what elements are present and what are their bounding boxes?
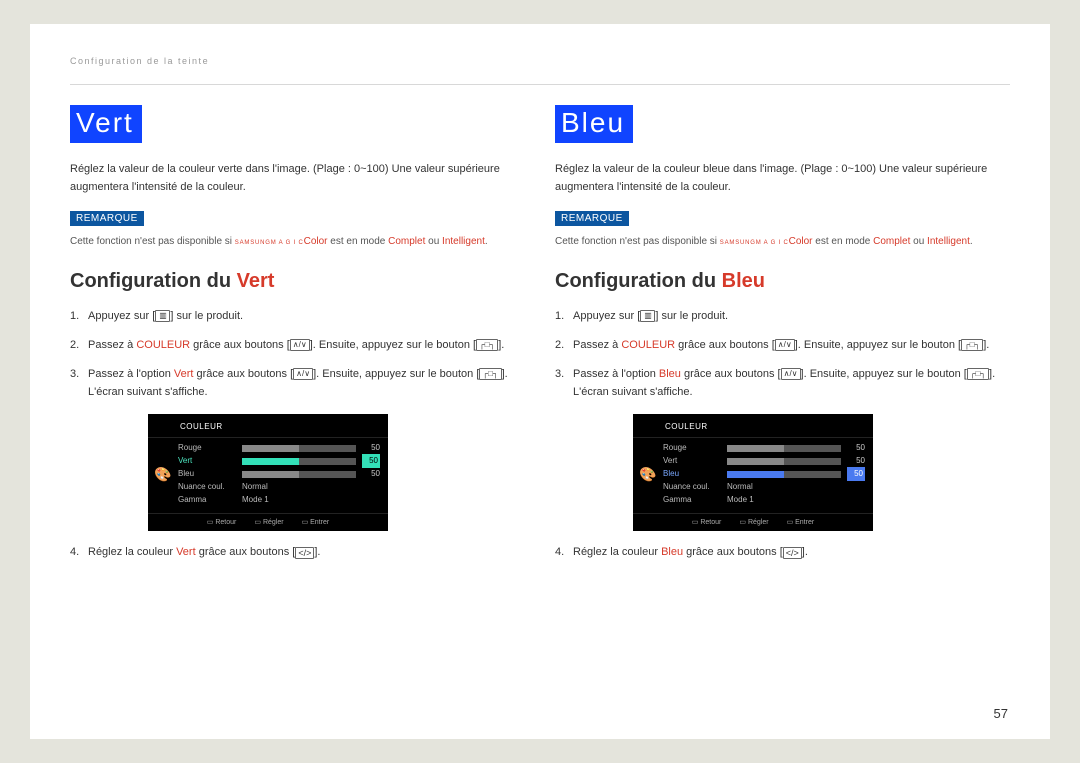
enter-icon: ┌□┐ xyxy=(961,339,983,351)
palette-icon: 🎨 xyxy=(633,438,663,513)
updown-icon: ∧/∨ xyxy=(290,339,310,351)
steps-bleu: Appuyez sur [▥] sur le produit. Passez à… xyxy=(555,307,1010,562)
note-text-vert: Cette fonction n'est pas disponible si S… xyxy=(70,234,525,250)
updown-icon: ∧/∨ xyxy=(781,368,801,380)
couleur-word: COULEUR xyxy=(136,339,190,351)
step-3: Passez à l'option Bleu grâce aux boutons… xyxy=(555,365,1010,532)
magic-logo: SAMSUNGM A G I CColor xyxy=(720,236,813,247)
mode-complet: Complet xyxy=(388,236,425,247)
page-number: 57 xyxy=(994,706,1008,721)
osd-screenshot-bleu: COULEUR 🎨 Rouge50 Vert50 Bleu50 Nuance c… xyxy=(633,414,873,531)
leftright-icon: </> xyxy=(295,547,314,559)
breadcrumb: Configuration de la teinte xyxy=(70,56,1010,66)
two-column-layout: Vert Réglez la valeur de la couleur vert… xyxy=(70,105,1010,572)
leftright-icon: </> xyxy=(783,547,802,559)
note-prefix: Cette fonction n'est pas disponible si xyxy=(70,236,235,247)
steps-vert: Appuyez sur [▥] sur le produit. Passez à… xyxy=(70,307,525,562)
osd-title: COULEUR xyxy=(148,418,388,438)
note-badge: REMARQUE xyxy=(555,211,629,226)
updown-icon: ∧/∨ xyxy=(293,368,313,380)
note-badge: REMARQUE xyxy=(70,211,144,226)
osd-footer: Retour Régler Entrer xyxy=(148,513,388,532)
magic-logo: SAMSUNGM A G I CColor xyxy=(235,236,328,247)
step-2: Passez à COULEUR grâce aux boutons [∧/∨]… xyxy=(555,336,1010,355)
step-4: Réglez la couleur Bleu grâce aux boutons… xyxy=(555,543,1010,562)
menu-icon: ▥ xyxy=(155,310,170,322)
column-bleu: Bleu Réglez la valeur de la couleur bleu… xyxy=(555,105,1010,572)
menu-icon: ▥ xyxy=(640,310,655,322)
enter-icon: ┌□┐ xyxy=(967,368,989,380)
osd-screenshot-vert: COULEUR 🎨 Rouge50 Vert50 Bleu50 Nuance c… xyxy=(148,414,388,531)
description-vert: Réglez la valeur de la couleur verte dan… xyxy=(70,161,525,196)
divider xyxy=(70,84,1010,85)
step-4: Réglez la couleur Vert grâce aux boutons… xyxy=(70,543,525,562)
mode-intelligent: Intelligent xyxy=(442,236,485,247)
note-text-bleu: Cette fonction n'est pas disponible si S… xyxy=(555,234,1010,250)
heading-config-vert: Configuration du Vert xyxy=(70,270,525,293)
enter-icon: ┌□┐ xyxy=(476,339,498,351)
manual-page: Configuration de la teinte Vert Réglez l… xyxy=(30,24,1050,739)
updown-icon: ∧/∨ xyxy=(775,339,795,351)
step-2: Passez à COULEUR grâce aux boutons [∧/∨]… xyxy=(70,336,525,355)
section-title-vert: Vert xyxy=(70,105,142,143)
heading-config-bleu: Configuration du Bleu xyxy=(555,270,1010,293)
palette-icon: 🎨 xyxy=(148,438,178,513)
step-1: Appuyez sur [▥] sur le produit. xyxy=(70,307,525,326)
enter-icon: ┌□┐ xyxy=(479,368,501,380)
section-title-bleu: Bleu xyxy=(555,105,633,143)
osd-footer: Retour Régler Entrer xyxy=(633,513,873,532)
column-vert: Vert Réglez la valeur de la couleur vert… xyxy=(70,105,525,572)
step-1: Appuyez sur [▥] sur le produit. xyxy=(555,307,1010,326)
step-3: Passez à l'option Vert grâce aux boutons… xyxy=(70,365,525,532)
description-bleu: Réglez la valeur de la couleur bleue dan… xyxy=(555,161,1010,196)
osd-title: COULEUR xyxy=(633,418,873,438)
